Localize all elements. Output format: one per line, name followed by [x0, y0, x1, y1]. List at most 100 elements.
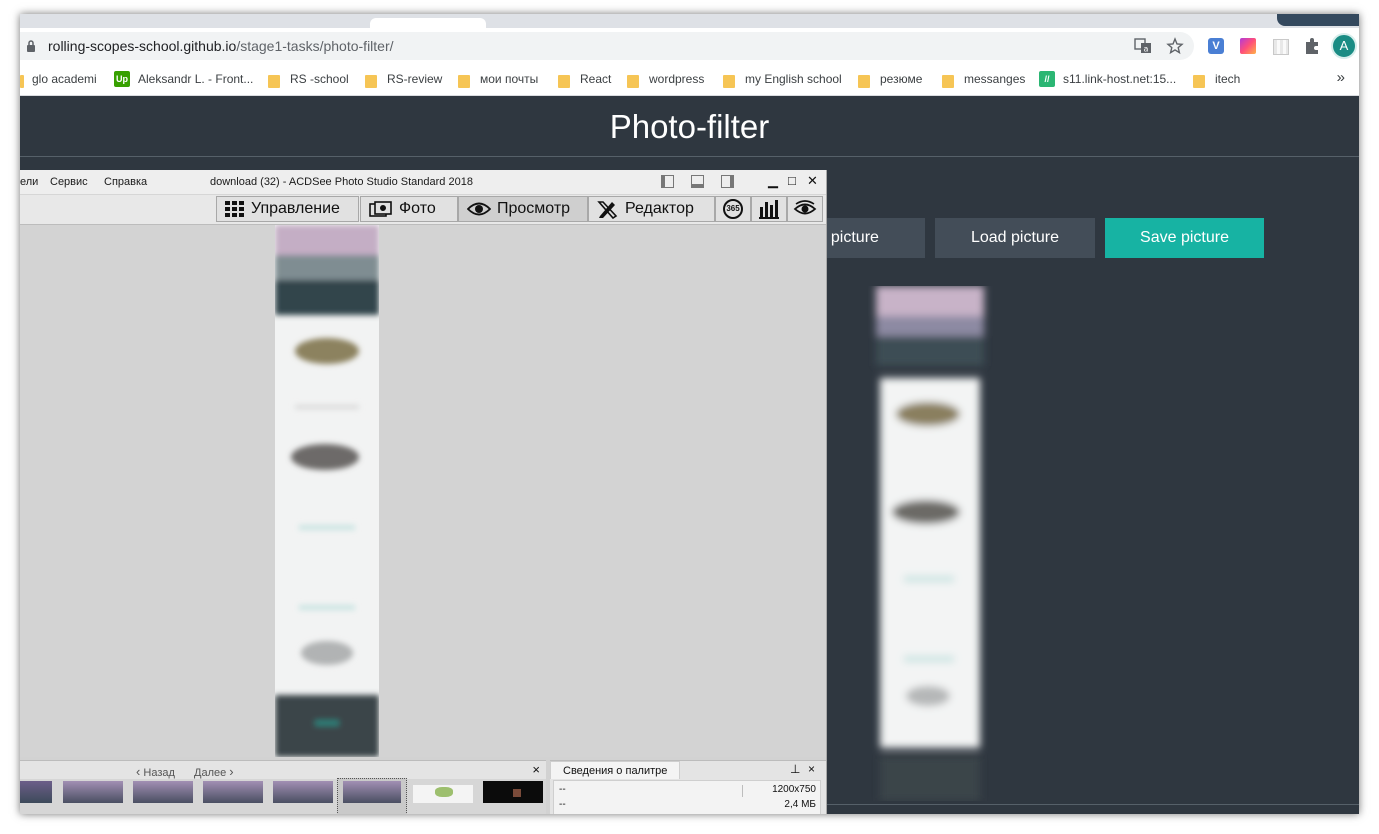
palette-body: -- 1200x750 -- 2,4 МБ: [553, 780, 821, 814]
mode-view-label: Просмотр: [497, 200, 571, 217]
filmstrip-panel: ‹ Назад Далее › ×: [20, 760, 546, 814]
minimize-icon[interactable]: ▁: [768, 174, 778, 188]
acdsee-window: ели Сервис Справка download (32) - ACDSe…: [20, 170, 827, 814]
forward-label: Далее: [194, 767, 227, 779]
menu-item-help[interactable]: Справка: [104, 176, 147, 188]
folder-icon: [365, 74, 377, 88]
badge-365-icon: 365: [723, 199, 743, 219]
star-icon[interactable]: [1166, 37, 1184, 55]
grid-icon: [1273, 39, 1289, 55]
info-value: --: [559, 784, 566, 795]
maximize-icon[interactable]: □: [788, 174, 796, 188]
translate-icon[interactable]: a: [1134, 37, 1152, 55]
puzzle-icon[interactable]: [1302, 36, 1322, 56]
bookmark-label: messanges: [964, 72, 1026, 86]
bookmark-rs-school[interactable]: RS -school: [268, 70, 349, 88]
url-path: /stage1-tasks/photo-filter/: [236, 38, 394, 54]
browser-window: rolling-scopes-school.github.io/stage1-t…: [20, 14, 1359, 814]
thumbnail-image: [513, 789, 521, 797]
thumbnail-image: [435, 787, 453, 797]
palette-close-icon[interactable]: ×: [808, 762, 815, 776]
url-text[interactable]: rolling-scopes-school.github.io/stage1-t…: [48, 38, 394, 54]
bookmark-label: мои почты: [480, 72, 539, 86]
thumbnail[interactable]: [273, 781, 333, 803]
bookmark-itech[interactable]: itech: [1193, 70, 1240, 88]
thumbnail-selected[interactable]: [337, 778, 407, 814]
folder-icon: [558, 74, 570, 88]
mode-manage-button[interactable]: Управление: [216, 196, 359, 222]
mode-bar: Управление Фото Просмотр Редактор 365: [20, 195, 826, 225]
photos-icon: [369, 201, 392, 217]
folder-icon: [20, 74, 24, 88]
window-title: download (32) - ACDSee Photo Studio Stan…: [210, 176, 473, 188]
mode-dashboard-button[interactable]: [751, 196, 787, 222]
bookmark-rezyume[interactable]: резюме: [858, 70, 922, 88]
bookmark-react[interactable]: React: [558, 70, 611, 88]
layout-bottom-icon[interactable]: [691, 175, 704, 188]
mode-edit-button[interactable]: Редактор: [588, 196, 715, 222]
grid-icon: [225, 201, 244, 217]
rotate-eye-icon: [793, 200, 817, 215]
acdsee-titlebar: ели Сервис Справка download (32) - ACDSe…: [20, 170, 826, 195]
thumbnail[interactable]: [203, 781, 263, 803]
menu-item-panels[interactable]: ели: [20, 176, 38, 188]
bookmark-label: React: [580, 72, 612, 86]
bookmarks-more-chevron-icon[interactable]: »: [1337, 69, 1345, 86]
address-bar[interactable]: rolling-scopes-school.github.io/stage1-t…: [20, 32, 1194, 60]
browser-toolbar: rolling-scopes-school.github.io/stage1-t…: [20, 28, 1359, 64]
bookmark-messanges[interactable]: messanges: [942, 70, 1025, 88]
bookmark-link-host[interactable]: // s11.link-host.net:15...: [1039, 70, 1176, 88]
close-icon[interactable]: ✕: [807, 174, 818, 188]
thumbnail[interactable]: [413, 785, 473, 803]
extension-v-label: V: [1208, 38, 1224, 54]
image-viewer[interactable]: [20, 225, 826, 757]
bookmark-english-school[interactable]: my English school: [723, 70, 842, 88]
filtered-image-preview: [876, 286, 984, 801]
bookmark-label: wordpress: [649, 72, 705, 86]
vpn-extension-icon[interactable]: V: [1206, 36, 1226, 56]
bookmark-wordpress[interactable]: wordpress: [627, 70, 704, 88]
thumbnail[interactable]: [63, 781, 123, 803]
bar-chart-icon: [759, 200, 779, 219]
thumbnail[interactable]: [483, 781, 543, 803]
bookmark-aleksandr[interactable]: Up Aleksandr L. - Front...: [114, 70, 253, 88]
layout-right-icon[interactable]: [721, 175, 734, 188]
gradient-swatch-icon: [1240, 38, 1256, 54]
load-picture-button[interactable]: Load picture: [935, 218, 1095, 258]
thumbnail[interactable]: [20, 781, 52, 803]
bookmark-moi-pochty[interactable]: мои почты: [458, 70, 538, 88]
info-value: --: [559, 799, 566, 810]
mode-360-view-button[interactable]: [787, 196, 823, 222]
folder-icon: [942, 74, 954, 88]
palette-tab[interactable]: Сведения о палитре: [550, 761, 680, 779]
palette-info-panel: Сведения о палитре ⊥ × -- 1200x750 -- 2,…: [550, 760, 826, 814]
save-picture-button[interactable]: Save picture: [1105, 218, 1264, 258]
menu-item-service[interactable]: Сервис: [50, 176, 88, 188]
grid-extension-icon[interactable]: [1270, 36, 1290, 56]
mode-365-button[interactable]: 365: [715, 196, 751, 222]
mode-photo-label: Фото: [399, 200, 436, 217]
pin-icon[interactable]: ⊥: [790, 762, 800, 776]
mode-view-button[interactable]: Просмотр: [458, 196, 588, 222]
thumbnail-image: [343, 781, 401, 803]
url-domain: rolling-scopes-school.github.io: [48, 38, 237, 54]
profile-avatar[interactable]: A: [1331, 33, 1357, 59]
thumbnail[interactable]: [133, 781, 193, 803]
bookmark-label: s11.link-host.net:15...: [1063, 72, 1177, 86]
file-size: 2,4 МБ: [784, 799, 816, 810]
color-extension-icon[interactable]: [1238, 36, 1258, 56]
filmstrip-close-icon[interactable]: ×: [532, 762, 540, 777]
bookmark-label: резюме: [880, 72, 923, 86]
edit-tools-icon: [597, 201, 618, 219]
tab-strip: [20, 14, 1359, 28]
active-tab[interactable]: [370, 18, 486, 28]
bookmark-glo-academi[interactable]: glo academi: [20, 70, 97, 88]
back-link[interactable]: ‹ Назад: [136, 764, 175, 779]
column-divider: [742, 785, 743, 797]
mode-photo-button[interactable]: Фото: [360, 196, 458, 222]
bookmark-label: RS-review: [387, 72, 443, 86]
lock-icon[interactable]: [26, 39, 36, 53]
forward-link[interactable]: Далее ›: [194, 764, 234, 779]
bookmark-rs-review[interactable]: RS-review: [365, 70, 442, 88]
layout-left-icon[interactable]: [661, 175, 674, 188]
